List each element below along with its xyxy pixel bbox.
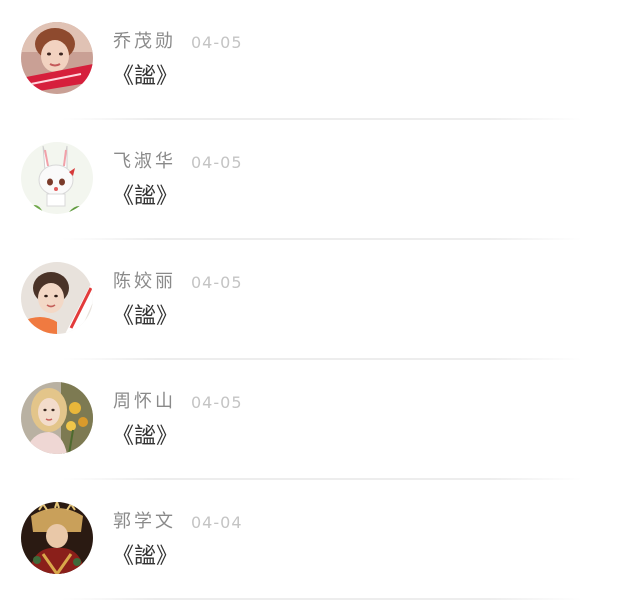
avatar[interactable] — [21, 262, 93, 334]
avatar[interactable] — [21, 502, 93, 574]
comment-item[interactable]: 飞淑华 04-05 《謐》 — [0, 120, 640, 240]
avatar-blonde-woman-flowers-icon — [21, 382, 93, 454]
comment-date: 04-05 — [191, 33, 243, 52]
comment-text: 《謐》 — [112, 544, 179, 569]
commenter-name[interactable]: 周怀山 — [113, 390, 176, 414]
comment-item[interactable]: 陈姣丽 04-05 《謐》 — [0, 240, 640, 360]
comment-text: 《謐》 — [112, 304, 179, 329]
avatar-woman-red-sash-icon — [21, 22, 93, 94]
avatar[interactable] — [21, 22, 93, 94]
avatar-bunny-girl-illustration-icon — [21, 142, 93, 214]
avatar-costumed-figure-icon — [21, 502, 93, 574]
commenter-name[interactable]: 陈姣丽 — [113, 270, 176, 294]
comment-date: 04-05 — [191, 273, 243, 292]
commenter-name[interactable]: 郭学文 — [113, 510, 176, 534]
comment-date: 04-05 — [191, 153, 243, 172]
comment-date: 04-05 — [191, 393, 243, 412]
avatar[interactable] — [21, 142, 93, 214]
comment-date: 04-04 — [191, 513, 243, 532]
comment-item[interactable]: 乔茂勋 04-05 《謐》 — [0, 0, 640, 120]
comment-text: 《謐》 — [112, 424, 179, 449]
comment-text: 《謐》 — [112, 64, 179, 89]
avatar-woman-orange-sash-icon — [21, 262, 93, 334]
comment-item[interactable]: 周怀山 04-05 《謐》 — [0, 360, 640, 480]
commenter-name[interactable]: 乔茂勋 — [113, 30, 176, 54]
comment-item[interactable]: 郭学文 04-04 《謐》 — [0, 480, 640, 600]
comment-list: 乔茂勋 04-05 《謐》 飞淑华 04-05 《謐》 陈姣丽 04-05 《謐… — [0, 0, 640, 600]
commenter-name[interactable]: 飞淑华 — [113, 150, 176, 174]
comment-text: 《謐》 — [112, 184, 179, 209]
avatar[interactable] — [21, 382, 93, 454]
